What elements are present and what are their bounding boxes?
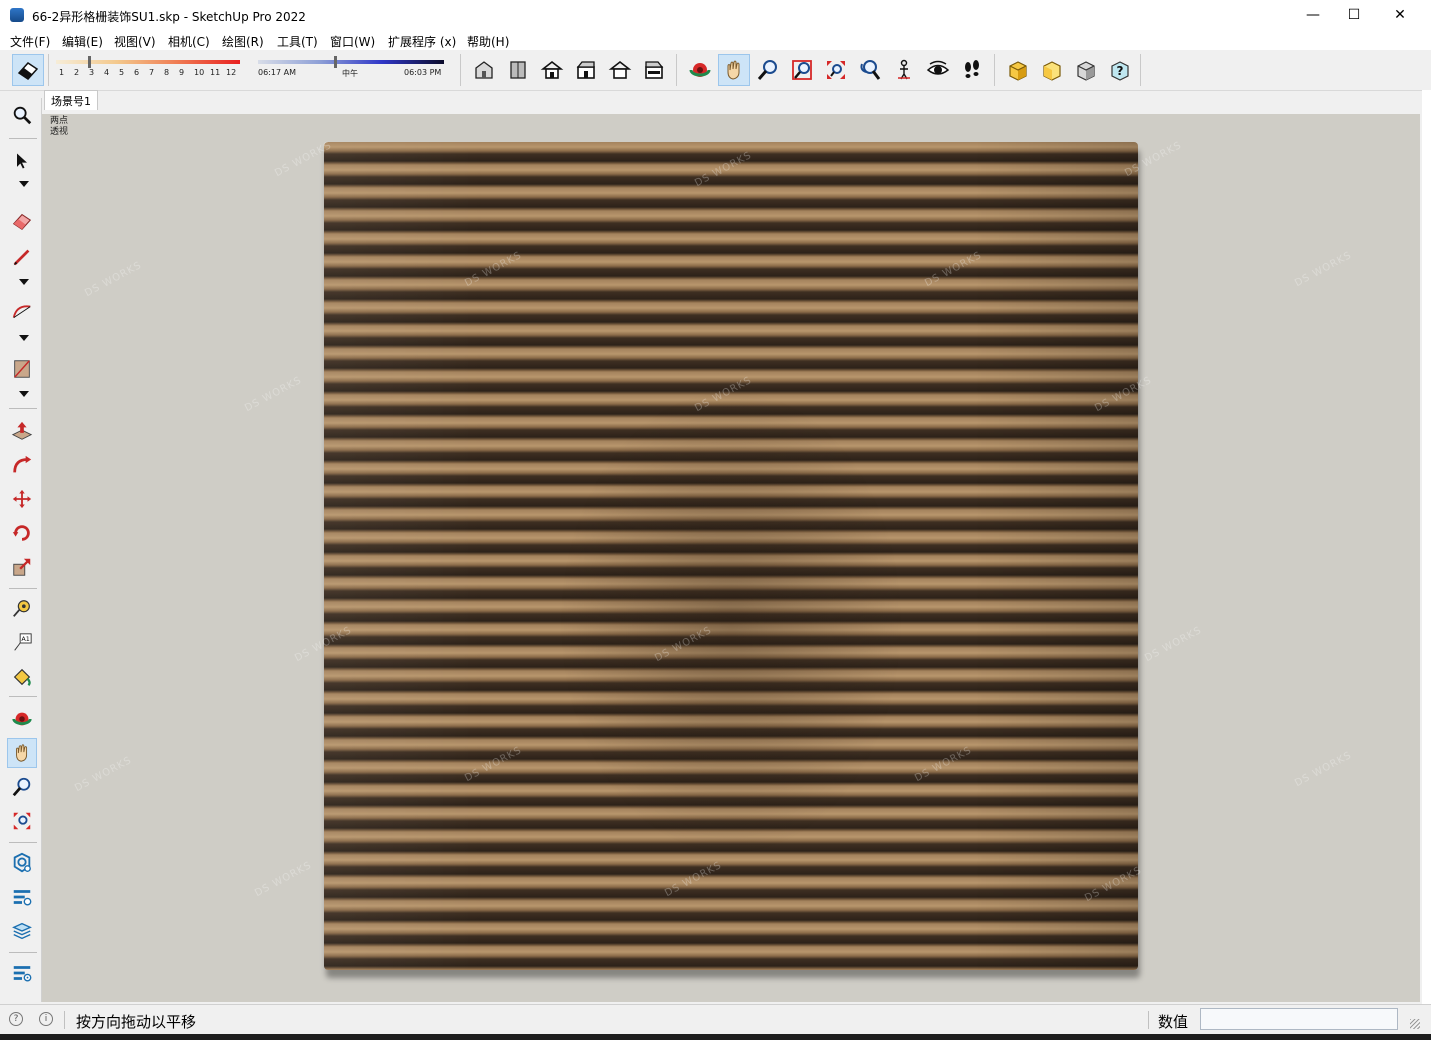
menu-bar: 文件(F) 编辑(E) 视图(V) 相机(C) 绘图(R) 工具(T) 窗口(W… bbox=[0, 30, 1431, 50]
maximize-button[interactable]: ☐ bbox=[1331, 0, 1377, 30]
pan-icon[interactable] bbox=[7, 738, 37, 768]
component-icon[interactable] bbox=[1070, 54, 1102, 86]
menu-extensions[interactable]: 扩展程序 (x) bbox=[388, 33, 456, 50]
zoom-extents-icon[interactable] bbox=[7, 806, 37, 836]
3d-viewport[interactable]: 两点 透视 DS WORKS DS WORKS DS WORKS DS WORK… bbox=[42, 114, 1420, 1002]
scene-tab[interactable]: 场景号1 bbox=[44, 90, 98, 110]
close-button[interactable]: ✕ bbox=[1377, 0, 1423, 30]
arc-icon[interactable] bbox=[7, 298, 37, 328]
text-label-icon[interactable]: A1 bbox=[7, 628, 37, 658]
watermark: DS WORKS bbox=[243, 374, 304, 415]
position-camera-icon[interactable] bbox=[888, 54, 920, 86]
house-back-icon[interactable] bbox=[604, 54, 636, 86]
look-around-icon[interactable] bbox=[922, 54, 954, 86]
watermark: DS WORKS bbox=[253, 859, 314, 900]
status-message: 按方向拖动以平移 bbox=[76, 1013, 197, 1031]
sketchup-app-icon bbox=[10, 8, 24, 22]
measurements-input[interactable] bbox=[1200, 1008, 1398, 1030]
section-plane-icon[interactable] bbox=[1036, 54, 1068, 86]
extension-tool-icon[interactable] bbox=[7, 882, 37, 912]
house-top-icon[interactable] bbox=[502, 54, 534, 86]
camera-mode-line2: 透视 bbox=[50, 127, 69, 137]
menu-camera[interactable]: 相机(C) bbox=[168, 33, 210, 50]
follow-me-icon[interactable] bbox=[7, 450, 37, 480]
house-right-icon[interactable] bbox=[570, 54, 602, 86]
zoom-icon[interactable] bbox=[7, 772, 37, 802]
house-iso-icon[interactable] bbox=[468, 54, 500, 86]
geo-location-icon[interactable]: ? bbox=[9, 1012, 23, 1026]
paint-bucket-icon[interactable] bbox=[7, 662, 37, 692]
extension-settings-icon[interactable] bbox=[7, 958, 37, 988]
minimize-button[interactable]: — bbox=[1290, 0, 1336, 30]
panel-relief-shading bbox=[324, 142, 1138, 970]
push-pull-icon[interactable] bbox=[7, 416, 37, 446]
chevron-down-icon[interactable] bbox=[19, 181, 29, 187]
watermark: DS WORKS bbox=[83, 259, 144, 300]
zoom-icon[interactable] bbox=[7, 100, 37, 130]
taskbar-edge bbox=[0, 1034, 1431, 1040]
info-icon[interactable]: i bbox=[39, 1012, 53, 1026]
window-right-border bbox=[1422, 90, 1431, 1004]
house-front-icon[interactable] bbox=[536, 54, 568, 86]
title-bar: 66-2异形格栅装饰SU1.skp - SketchUp Pro 2022 — … bbox=[0, 0, 1431, 30]
svg-text:?: ? bbox=[1117, 64, 1124, 78]
move-icon[interactable] bbox=[7, 484, 37, 514]
chevron-down-icon[interactable] bbox=[19, 391, 29, 397]
tape-measure-icon[interactable] bbox=[7, 594, 37, 624]
zoom-window-icon[interactable] bbox=[786, 54, 818, 86]
orbit-icon[interactable] bbox=[684, 54, 716, 86]
resize-grip-icon[interactable] bbox=[1410, 1019, 1420, 1029]
pencil-icon[interactable] bbox=[7, 242, 37, 272]
menu-tools[interactable]: 工具(T) bbox=[277, 33, 318, 50]
orbit-icon[interactable] bbox=[7, 704, 37, 734]
eraser-icon[interactable] bbox=[7, 206, 37, 236]
rectangle-icon[interactable] bbox=[7, 354, 37, 384]
menu-window[interactable]: 窗口(W) bbox=[330, 33, 375, 50]
zoom-icon[interactable] bbox=[752, 54, 784, 86]
menu-view[interactable]: 视图(V) bbox=[114, 33, 156, 50]
walk-icon[interactable] bbox=[956, 54, 988, 86]
chevron-down-icon[interactable] bbox=[19, 279, 29, 285]
select-arrow-icon[interactable] bbox=[7, 146, 37, 176]
camera-label: 两点 透视 bbox=[50, 116, 68, 138]
left-toolbar: A1 bbox=[3, 98, 42, 1002]
layers-extension-icon[interactable] bbox=[7, 916, 37, 946]
pan-icon[interactable] bbox=[718, 54, 750, 86]
rotate-icon[interactable] bbox=[7, 518, 37, 548]
window-title: 66-2异形格栅装饰SU1.skp - SketchUp Pro 2022 bbox=[32, 10, 306, 24]
help-icon[interactable]: ? bbox=[1104, 54, 1136, 86]
menu-draw[interactable]: 绘图(R) bbox=[222, 33, 264, 50]
camera-mode-line1: 两点 bbox=[50, 116, 69, 126]
zoom-extents-icon[interactable] bbox=[820, 54, 852, 86]
watermark: DS WORKS bbox=[1293, 749, 1354, 790]
section-box-icon[interactable] bbox=[1002, 54, 1034, 86]
svg-text:A1: A1 bbox=[21, 635, 29, 643]
menu-edit[interactable]: 编辑(E) bbox=[62, 33, 103, 50]
watermark: DS WORKS bbox=[1143, 624, 1204, 665]
status-bar: ? i 按方向拖动以平移 数值 bbox=[0, 1004, 1431, 1035]
watermark: DS WORKS bbox=[73, 754, 134, 795]
extension-gear-icon[interactable] bbox=[7, 848, 37, 878]
view-toolbar-group: ? bbox=[0, 50, 1425, 90]
menu-help[interactable]: 帮助(H) bbox=[467, 33, 509, 50]
watermark: DS WORKS bbox=[1293, 249, 1354, 290]
scale-icon[interactable] bbox=[7, 552, 37, 582]
chevron-down-icon[interactable] bbox=[19, 335, 29, 341]
menu-file[interactable]: 文件(F) bbox=[10, 33, 50, 50]
house-left-icon[interactable] bbox=[638, 54, 670, 86]
measurements-label: 数值 bbox=[1158, 1013, 1189, 1031]
previous-view-icon[interactable] bbox=[854, 54, 886, 86]
